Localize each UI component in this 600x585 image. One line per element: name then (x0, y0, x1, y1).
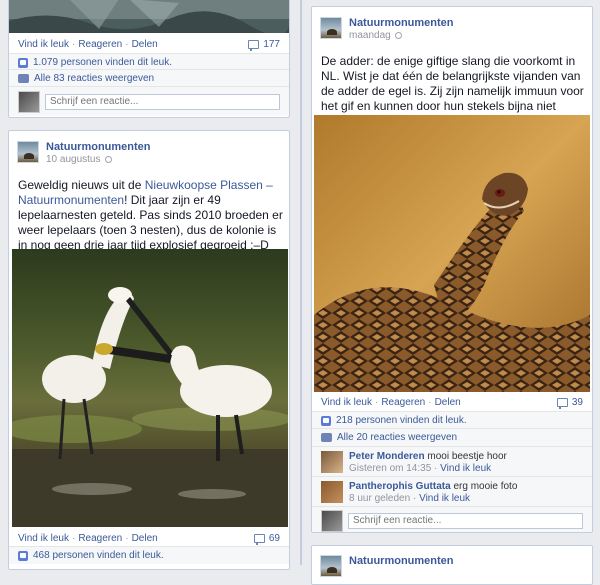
comment-link[interactable]: Reageren (381, 397, 425, 408)
comment-input[interactable] (348, 512, 583, 529)
page-avatar[interactable] (320, 17, 342, 39)
view-comments-link[interactable]: Alle 83 reacties weergeven (34, 73, 154, 84)
comment-link[interactable]: Reageren (78, 533, 122, 544)
comment-author[interactable]: Pantherophis Guttata (349, 481, 451, 492)
page-name-link[interactable]: Natuurmonumenten (349, 555, 454, 567)
comment-like-link[interactable]: Vind ik leuk (440, 463, 491, 474)
comment-like-link[interactable]: Vind ik leuk (419, 493, 470, 504)
comment-link[interactable]: Reageren (78, 39, 122, 50)
view-comments-row: Alle 20 reacties weergeven (312, 428, 592, 446)
post-header: Natuurmonumenten (320, 555, 454, 577)
comments-icon (18, 74, 29, 83)
commenter-avatar[interactable] (321, 481, 343, 503)
view-comments-link[interactable]: Alle 20 reacties weergeven (337, 432, 457, 443)
globe-icon (104, 155, 112, 163)
comment-count-value: 69 (268, 532, 280, 544)
separator: · (428, 396, 432, 408)
comment-item: Pantherophis Guttata erg mooie foto 8 uu… (312, 476, 592, 506)
page-avatar[interactable] (17, 141, 39, 163)
like-link[interactable]: Vind ik leuk (321, 397, 372, 408)
comment-item: Peter Monderen mooi beestje hoor Gistere… (312, 446, 592, 476)
comment-box (9, 86, 289, 116)
commenter-avatar[interactable] (321, 451, 343, 473)
separator: · (71, 532, 76, 544)
comment-count[interactable]: 39 (556, 396, 583, 409)
view-comments-row: Alle 83 reacties weergeven (9, 69, 289, 87)
post-header: Natuurmonumenten 10 augustus (17, 141, 151, 166)
post-actions: Vind ik leuk · Reageren · Delen 39 (312, 393, 592, 411)
comment-count[interactable]: 177 (248, 38, 280, 51)
comment-bubble-icon (253, 533, 265, 545)
post-date-text: maandag (349, 30, 391, 41)
separator: · (374, 396, 379, 408)
post-card-bottom-right: Natuurmonumenten (311, 545, 593, 585)
comment-input[interactable] (45, 93, 280, 110)
comment-count[interactable]: 69 (253, 532, 280, 545)
likes-link[interactable]: 1.079 personen vinden dit leuk. (33, 57, 172, 68)
post-date-text: 10 augustus (46, 154, 101, 165)
comment-text: mooi beestje hoor (427, 451, 507, 462)
post-photo-water[interactable] (9, 0, 289, 33)
thumbs-up-icon (18, 550, 28, 561)
comment-text: erg mooie foto (453, 481, 518, 492)
separator: · (125, 532, 129, 544)
post-card-top-left: Vind ik leuk · Reageren · Delen 177 1.07… (8, 0, 290, 118)
share-link[interactable]: Delen (435, 397, 461, 408)
thumbs-up-icon (18, 57, 28, 68)
post-actions: Vind ik leuk · Reageren · Delen 69 (9, 529, 289, 547)
comment-box (312, 506, 592, 532)
user-avatar (321, 509, 343, 532)
comment-count-value: 177 (263, 38, 280, 50)
share-link[interactable]: Delen (132, 533, 158, 544)
post-actions: Vind ik leuk · Reageren · Delen 177 (9, 35, 289, 53)
comment-time[interactable]: 8 uur geleden (349, 493, 410, 504)
like-link[interactable]: Vind ik leuk (18, 533, 69, 544)
likes-link[interactable]: 468 personen vinden dit leuk. (33, 550, 164, 561)
timeline-spine (300, 0, 302, 565)
likes-row: 468 personen vinden dit leuk. (9, 546, 289, 564)
separator: · (125, 38, 129, 50)
comments-icon (321, 433, 332, 442)
post-date[interactable]: maandag (349, 30, 454, 42)
comment-author[interactable]: Peter Monderen (349, 451, 425, 462)
post-photo-adder[interactable] (314, 115, 590, 392)
post-text: Geweldig nieuws uit de Nieuwkoopse Plass… (18, 178, 284, 253)
comment-count-value: 39 (571, 396, 583, 408)
page-name-link[interactable]: Natuurmonumenten (46, 141, 151, 153)
page-avatar[interactable] (320, 555, 342, 577)
likes-row: 218 personen vinden dit leuk. (312, 411, 592, 429)
globe-icon (394, 31, 402, 39)
thumbs-up-icon (321, 415, 331, 426)
page-name-link[interactable]: Natuurmonumenten (349, 17, 454, 29)
post-photo-spoonbills[interactable] (12, 249, 288, 527)
user-avatar (18, 90, 40, 113)
comment-bubble-icon (556, 397, 568, 409)
separator: · (434, 463, 438, 474)
post-card-spoonbills: Natuurmonumenten 10 augustus Geweldig ni… (8, 130, 290, 570)
post-date[interactable]: 10 augustus (46, 154, 151, 166)
comment-bubble-icon (248, 39, 260, 51)
separator: · (412, 493, 417, 504)
separator: · (71, 38, 76, 50)
comment-time[interactable]: Gisteren om 14:35 (349, 463, 431, 474)
post-header: Natuurmonumenten maandag (320, 17, 454, 42)
like-link[interactable]: Vind ik leuk (18, 39, 69, 50)
share-link[interactable]: Delen (132, 39, 158, 50)
likes-link[interactable]: 218 personen vinden dit leuk. (336, 415, 467, 426)
post-text-start: Geweldig nieuws uit de (18, 178, 145, 192)
post-card-adder: Natuurmonumenten maandag De adder: de en… (311, 6, 593, 533)
